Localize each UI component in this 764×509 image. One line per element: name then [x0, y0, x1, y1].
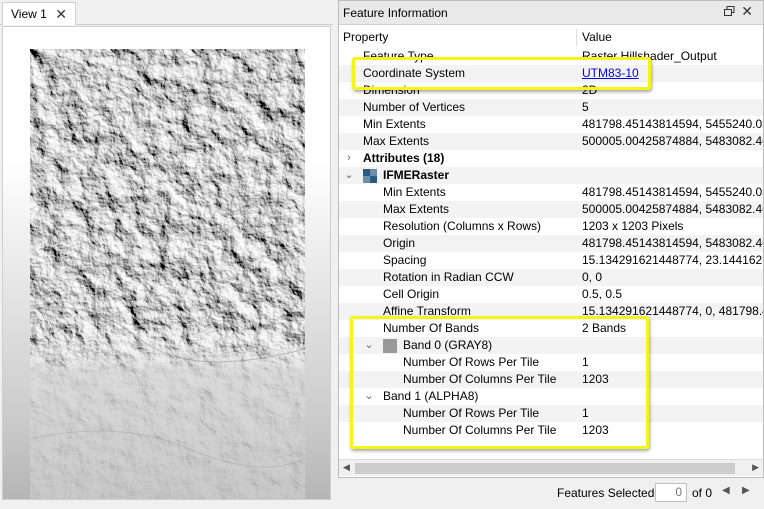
features-total-label: of 0: [692, 486, 713, 500]
view-panel: View 1 ✕: [0, 0, 333, 509]
table-row[interactable]: Affine Transform 15.134291621448774, 0, …: [339, 303, 763, 320]
table-row[interactable]: Number Of Bands 2 Bands: [339, 320, 763, 337]
property-value: 1203: [582, 423, 609, 437]
table-row[interactable]: Number Of Columns Per Tile 1203: [339, 422, 763, 439]
property-value: 500005.00425874884, 5483082.46: [582, 134, 763, 148]
tab-view-1[interactable]: View 1 ✕: [2, 2, 76, 25]
property-value: 15.134291621448774, 23.1441621: [582, 253, 763, 267]
property-value: 5: [582, 100, 589, 114]
collapse-chevron-down-icon[interactable]: ⌄: [343, 167, 355, 184]
close-tab-icon[interactable]: ✕: [55, 6, 67, 23]
raster-icon: [363, 169, 377, 183]
property-value: 2D: [582, 83, 598, 97]
map-canvas[interactable]: [2, 26, 331, 500]
table-row[interactable]: Rotation in Radian CCW 0, 0: [339, 269, 763, 286]
table-row[interactable]: Number Of Rows Per Tile 1: [339, 405, 763, 422]
attributes-group-row[interactable]: › Attributes (18): [339, 150, 763, 167]
property-name: Number Of Columns Per Tile: [403, 372, 557, 386]
property-value: 481798.45143814594, 5455240.03: [582, 185, 763, 199]
property-name: Coordinate System: [363, 66, 466, 80]
property-name: Min Extents: [363, 117, 426, 131]
property-value: 481798.45143814594, 5455240.03: [582, 117, 763, 131]
property-name: Number Of Columns Per Tile: [403, 423, 557, 437]
collapse-chevron-down-icon[interactable]: ⌄: [363, 388, 375, 405]
table-row[interactable]: Dimension 2D: [339, 82, 763, 99]
band-1-group-row[interactable]: ⌄ Band 1 (ALPHA8): [339, 388, 763, 405]
table-row[interactable]: Number Of Columns Per Tile 1203: [339, 371, 763, 388]
table-row[interactable]: Coordinate System UTM83-10: [339, 65, 763, 82]
property-name: Origin: [383, 236, 416, 250]
property-value: 1203: [582, 372, 609, 386]
property-value: 1: [582, 355, 589, 369]
panel-title: Feature Information: [343, 5, 448, 20]
property-name: Spacing: [383, 253, 427, 267]
property-value: 15.134291621448774, 0, 481798.45: [582, 304, 763, 318]
features-selected-count-field[interactable]: 0: [655, 483, 687, 502]
table-row[interactable]: Min Extents 481798.45143814594, 5455240.…: [339, 116, 763, 133]
feature-property-table: Property Value Feature Type Raster Hills…: [339, 29, 763, 459]
hillshade-raster-image: [30, 49, 305, 499]
panel-title-bar: Feature Information ✕: [339, 1, 763, 25]
band-name: Band 0 (GRAY8): [403, 338, 493, 352]
table-row[interactable]: Max Extents 500005.00425874884, 5483082.…: [339, 201, 763, 218]
property-value: 500005.00425874884, 5483082.46: [582, 202, 763, 216]
next-feature-icon[interactable]: ▶: [742, 485, 750, 496]
property-value: 2 Bands: [582, 321, 627, 335]
property-name: Feature Type: [363, 49, 434, 63]
property-name: Number Of Rows Per Tile: [403, 355, 540, 369]
property-name: Rotation in Radian CCW: [383, 270, 514, 284]
restore-window-icon[interactable]: [724, 6, 735, 17]
feature-information-panel: Feature Information ✕ Property Value Fea…: [338, 0, 764, 478]
property-value: 481798.45143814594, 5483082.46: [582, 236, 763, 250]
property-value: 0, 0: [582, 270, 603, 284]
table-row[interactable]: Feature Type Raster Hillshader_Output: [339, 48, 763, 65]
table-row[interactable]: Cell Origin 0.5, 0.5: [339, 286, 763, 303]
property-name: Max Extents: [383, 202, 450, 216]
table-row[interactable]: Number of Vertices 5: [339, 99, 763, 116]
status-bar: Features Selected: 0 of 0 ◀ ▶: [338, 478, 764, 509]
table-row[interactable]: Max Extents 500005.00425874884, 5483082.…: [339, 133, 763, 150]
scrollbar-thumb[interactable]: [355, 463, 735, 474]
table-row[interactable]: Origin 481798.45143814594, 5483082.46: [339, 235, 763, 252]
horizontal-scrollbar[interactable]: ◀ ▶: [339, 459, 763, 476]
band-name: Band 1 (ALPHA8): [383, 389, 479, 403]
group-name: Attributes (18): [363, 151, 445, 165]
close-panel-icon[interactable]: ✕: [741, 3, 753, 20]
table-row[interactable]: Resolution (Columns x Rows) 1203 x 1203 …: [339, 218, 763, 235]
property-name: Resolution (Columns x Rows): [383, 219, 542, 233]
property-name: Max Extents: [363, 134, 430, 148]
column-header-property[interactable]: Property: [339, 29, 577, 46]
property-name: Min Extents: [383, 185, 446, 199]
property-value: 1203 x 1203 Pixels: [582, 219, 684, 233]
features-selected-label: Features Selected:: [557, 486, 658, 500]
table-row[interactable]: Min Extents 481798.45143814594, 5455240.…: [339, 184, 763, 201]
previous-feature-icon[interactable]: ◀: [722, 485, 730, 496]
ifmeraster-group-row[interactable]: ⌄ IFMERaster: [339, 167, 763, 184]
property-name: Dimension: [363, 83, 420, 97]
property-name: Number Of Rows Per Tile: [403, 406, 540, 420]
coordinate-system-link[interactable]: UTM83-10: [582, 65, 763, 82]
scroll-right-arrow-icon[interactable]: ▶: [752, 462, 759, 473]
property-value: 0.5, 0.5: [582, 287, 623, 301]
property-name: Affine Transform: [383, 304, 471, 318]
column-header-value[interactable]: Value: [578, 29, 763, 46]
collapse-chevron-down-icon[interactable]: ⌄: [363, 337, 375, 354]
property-value: Raster Hillshader_Output: [582, 49, 717, 63]
view-tab-bar: View 1 ✕: [0, 0, 333, 25]
expand-chevron-right-icon[interactable]: ›: [343, 150, 355, 167]
property-name: Number Of Bands: [383, 321, 480, 335]
property-value: 1: [582, 406, 589, 420]
table-row[interactable]: Spacing 15.134291621448774, 23.1441621: [339, 252, 763, 269]
band-swatch-icon: [383, 339, 397, 353]
property-name: Cell Origin: [383, 287, 440, 301]
band-0-group-row[interactable]: ⌄ Band 0 (GRAY8): [339, 337, 763, 354]
scroll-left-arrow-icon[interactable]: ◀: [343, 462, 350, 473]
tab-label: View 1: [11, 7, 47, 21]
group-name: IFMERaster: [383, 168, 450, 182]
table-row[interactable]: Number Of Rows Per Tile 1: [339, 354, 763, 371]
property-name: Number of Vertices: [363, 100, 466, 114]
